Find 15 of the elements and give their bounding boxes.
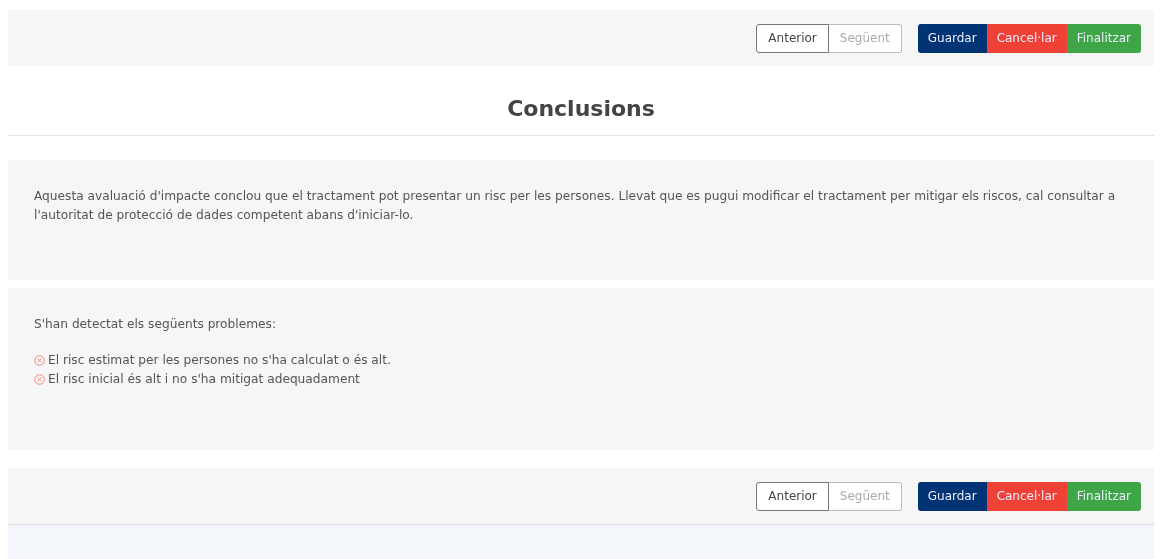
previous-button[interactable]: Anterior [756, 23, 829, 53]
problems-heading: S'han detectat els següents problemes: [34, 316, 277, 333]
error-icon [34, 374, 45, 385]
problem-text: El risc inicial és alt i no s'ha mitigat adequadament [48, 371, 360, 388]
page-title: Conclusions [8, 66, 1154, 136]
error-icon [34, 355, 45, 366]
primary-button[interactable]: Guardar [917, 481, 987, 511]
problem-text: El risc estimat per les persones no s'ha calculat o és alt. [48, 352, 391, 369]
danger-button[interactable]: Cancel·lar [986, 481, 1067, 511]
primary-button[interactable]: Guardar [917, 23, 987, 53]
previous-button[interactable]: Anterior [756, 481, 829, 511]
conclusion-text: Aquesta avaluació d'impacte conclou que el tractament pot presentar un risc per les persones. Llevat que es pugui modificar el tractament per mitigar els riscos, cal consultar a l'autoritat de protecció de dades competent abans d'iniciar-lo. [34, 188, 1117, 224]
success-button[interactable]: Finalitzar [1066, 481, 1141, 511]
success-button[interactable]: Finalitzar [1066, 23, 1141, 53]
danger-button[interactable]: Cancel·lar [986, 23, 1067, 53]
